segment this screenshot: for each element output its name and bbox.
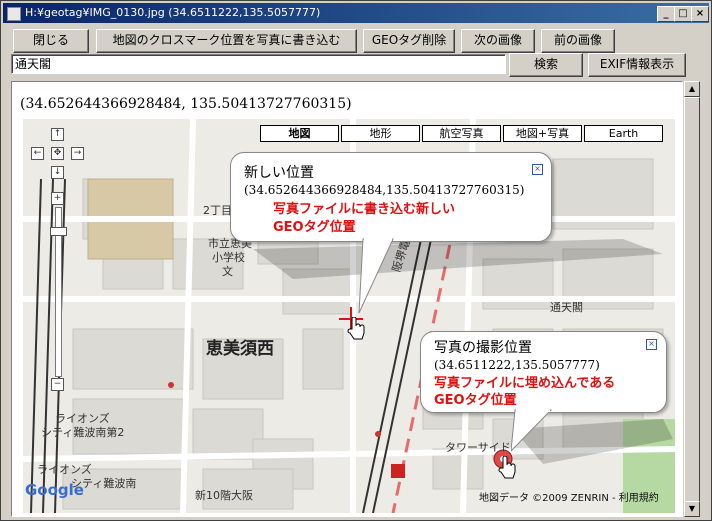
photo-position-note-2: GEOタグ位置 bbox=[434, 393, 517, 408]
new-position-note-2: GEOタグ位置 bbox=[273, 220, 356, 235]
search-input[interactable]: 通天閣 bbox=[11, 54, 506, 74]
app-window: H:¥geotag¥IMG_0130.jpg (34.6511222,135.5… bbox=[0, 0, 712, 521]
map-copyright[interactable]: 地図データ ©2009 ZENRIN - 利用規約 bbox=[479, 489, 659, 504]
map-label-tower-side: タワーサイド bbox=[445, 441, 511, 454]
delete-geotag-button[interactable]: GEOタグ削除 bbox=[363, 29, 455, 53]
close-icon[interactable]: × bbox=[646, 339, 657, 350]
map-type-satellite[interactable]: 航空写真 bbox=[422, 125, 501, 142]
new-position-bubble: × 新しい位置 (34.652644366928484,135.50413727… bbox=[230, 152, 552, 242]
photo-position-coords: (34.6511222,135.5057777) bbox=[434, 358, 600, 372]
map-type-hybrid[interactable]: 地図+写真 bbox=[503, 125, 582, 142]
next-image-button[interactable]: 次の画像 bbox=[461, 29, 535, 53]
new-position-bubble-tail bbox=[358, 235, 394, 314]
pan-left-icon[interactable]: ← bbox=[31, 147, 44, 160]
map-panel: (34.652644366928484, 135.50413727760315) bbox=[11, 81, 683, 517]
map-type-earth[interactable]: Earth bbox=[584, 125, 663, 142]
map-type-terrain[interactable]: 地形 bbox=[341, 125, 420, 142]
pan-center-icon[interactable]: ✥ bbox=[51, 147, 64, 160]
map-type-map[interactable]: 地図 bbox=[260, 125, 339, 142]
pan-right-icon[interactable]: → bbox=[71, 147, 84, 160]
zoom-in-icon[interactable]: + bbox=[51, 192, 64, 205]
zoom-out-icon[interactable]: − bbox=[51, 378, 64, 391]
map-center-coords: (34.652644366928484, 135.50413727760315) bbox=[20, 96, 352, 112]
scroll-down-icon[interactable]: ▼ bbox=[684, 501, 700, 517]
new-position-coords: (34.652644366928484,135.50413727760315) bbox=[244, 183, 525, 197]
write-cross-position-button[interactable]: 地図のクロスマーク位置を写真に書き込む bbox=[96, 29, 357, 53]
map-label-chome: 2丁目 bbox=[203, 204, 232, 217]
scrollbar-thumb[interactable] bbox=[684, 97, 700, 507]
map-label-district: 恵美須西 bbox=[206, 339, 274, 359]
zoom-slider-thumb[interactable] bbox=[50, 227, 67, 236]
map-label-shin10: 新10階大阪 bbox=[195, 489, 253, 502]
prev-image-button[interactable]: 前の画像 bbox=[541, 29, 615, 53]
photo-position-bubble: × 写真の撮影位置 (34.6511222,135.5057777) 写真ファイ… bbox=[420, 331, 667, 413]
map-view[interactable]: 地図 地形 航空写真 地図+写真 Earth ↑ ← ✥ → ↓ + − 2丁目… bbox=[23, 119, 675, 513]
close-button[interactable]: 閉じる bbox=[13, 29, 89, 53]
photo-position-title: 写真の撮影位置 bbox=[434, 340, 532, 356]
minimize-button[interactable]: _ bbox=[657, 6, 675, 22]
new-position-note-1: 写真ファイルに書き込む新しい bbox=[273, 202, 456, 217]
title-bar: H:¥geotag¥IMG_0130.jpg (34.6511222,135.5… bbox=[3, 3, 709, 23]
photo-position-bubble-tail bbox=[511, 406, 553, 452]
hand-cursor-icon bbox=[498, 456, 516, 479]
close-icon[interactable]: × bbox=[532, 164, 543, 175]
map-label-tsutenkaku: 通天閣 bbox=[550, 301, 583, 314]
close-window-button[interactable]: × bbox=[691, 6, 709, 22]
app-icon bbox=[7, 7, 21, 21]
google-logo: Google bbox=[25, 481, 84, 499]
school-icon: 文 bbox=[222, 265, 233, 278]
scroll-up-icon[interactable]: ▲ bbox=[684, 81, 700, 97]
pan-down-icon[interactable]: ↓ bbox=[51, 166, 64, 179]
new-position-title: 新しい位置 bbox=[244, 165, 314, 181]
exif-info-button[interactable]: EXIF情報表示 bbox=[588, 53, 686, 77]
map-label-lions-2: シティ難波南第2 bbox=[41, 426, 125, 439]
window-title: H:¥geotag¥IMG_0130.jpg (34.6511222,135.5… bbox=[25, 6, 321, 19]
maximize-button[interactable]: □ bbox=[674, 6, 692, 22]
photo-position-note-1: 写真ファイルに埋め込んである bbox=[434, 376, 616, 391]
hand-cursor-icon bbox=[347, 317, 365, 340]
vertical-scrollbar[interactable]: ▲ ▼ bbox=[684, 81, 700, 517]
pan-up-icon[interactable]: ↑ bbox=[51, 128, 64, 141]
search-button[interactable]: 検索 bbox=[509, 53, 583, 77]
